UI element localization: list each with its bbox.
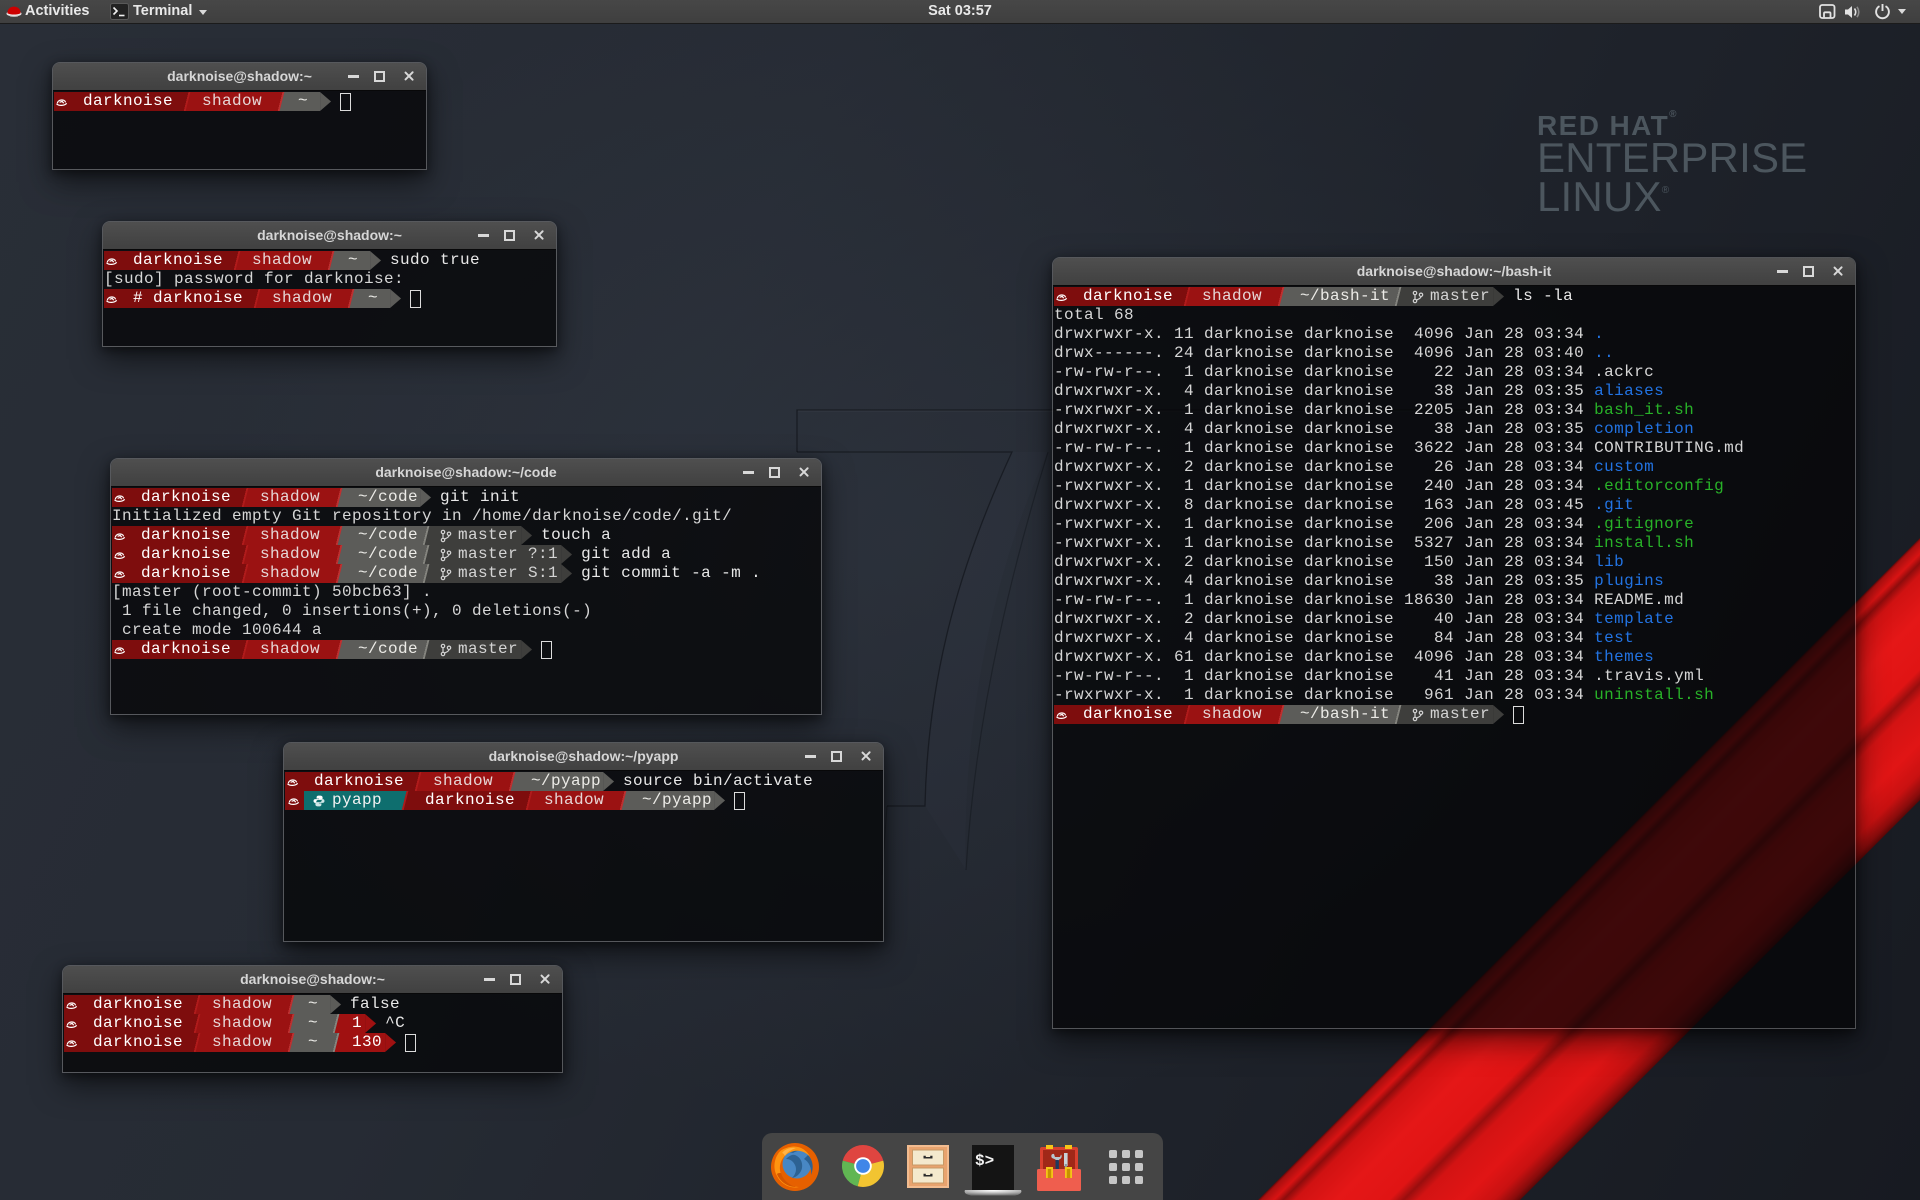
svg-text:$>: $>	[975, 1152, 994, 1170]
